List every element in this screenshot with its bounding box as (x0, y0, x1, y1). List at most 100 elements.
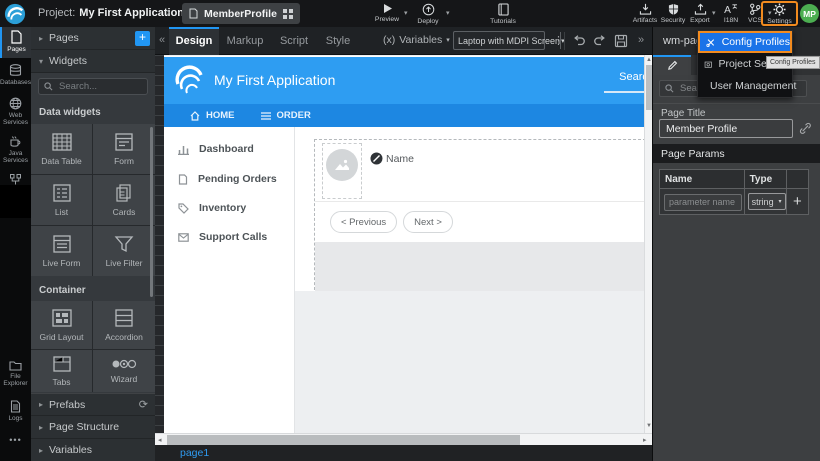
tab-markup[interactable]: Markup (219, 27, 271, 55)
variables-dropdown[interactable]: (x) Variables ▾ (383, 34, 450, 46)
menu-item-support-calls[interactable]: Support Calls (178, 231, 267, 243)
pencil-icon (667, 60, 678, 71)
user-avatar[interactable]: MP (800, 4, 819, 23)
security-button[interactable]: Security (659, 3, 687, 24)
rail-item-logs[interactable]: Logs (0, 397, 31, 427)
rail-item-file-explorer[interactable]: File Explorer (0, 357, 31, 393)
widget-search[interactable] (38, 78, 148, 95)
search-icon (665, 84, 674, 93)
app-search-link[interactable]: Search (619, 71, 644, 83)
widget-tile-data-table[interactable]: Data Table (31, 124, 92, 174)
play-icon (382, 3, 393, 14)
collapse-left-panel-icon[interactable]: « (159, 34, 165, 46)
image-cell[interactable] (322, 143, 362, 199)
redo-icon[interactable] (593, 35, 607, 47)
rail-item-databases[interactable]: Databases (0, 61, 31, 91)
menu-item-pending-orders[interactable]: Pending Orders (178, 173, 277, 185)
export-chevron-down-icon[interactable]: ▾ (712, 9, 716, 17)
column-header-actions (786, 170, 808, 189)
app-content: Name < Previous Next > (295, 127, 644, 433)
rail-item-pages[interactable]: Pages (0, 27, 31, 58)
menu-item-dashboard[interactable]: Dashboard (178, 143, 254, 155)
avatar-placeholder (326, 149, 358, 181)
param-name-input[interactable] (664, 194, 742, 211)
page-structure-section-header[interactable]: ▸ Page Structure (31, 416, 155, 439)
tab-design[interactable]: Design (169, 27, 219, 55)
horizontal-scrollbar[interactable]: ◂ ▸ (155, 433, 652, 445)
widget-tile-accordion[interactable]: Accordion (93, 301, 155, 349)
artifacts-button[interactable]: Artifacts (630, 3, 660, 24)
deploy-button[interactable]: Deploy (411, 3, 445, 25)
export-button[interactable]: Export (686, 3, 714, 24)
grid-view-icon[interactable] (283, 9, 293, 19)
widget-tile-tabs[interactable]: Tabs (31, 350, 92, 392)
scroll-right-icon[interactable]: ▸ (643, 436, 647, 444)
shield-icon (668, 3, 679, 15)
widget-tile-live-filter[interactable]: Live Filter (93, 226, 155, 276)
refresh-icon[interactable]: ⟳ (139, 398, 148, 411)
scroll-up-icon[interactable]: ▲ (645, 57, 652, 63)
add-page-button[interactable]: + (135, 31, 150, 46)
pages-section-header[interactable]: ▸ Pages + (31, 27, 155, 50)
settings-button[interactable]: Settings (761, 1, 798, 26)
list-item-row[interactable]: Name (315, 140, 650, 202)
widgets-section-header[interactable]: ▾ Widgets (31, 50, 155, 73)
tab-script[interactable]: Script (271, 27, 317, 55)
param-type-select[interactable]: string ▾ (748, 193, 786, 210)
nav-item-home[interactable]: HOME (190, 110, 235, 121)
panel-scrollbar[interactable] (150, 127, 153, 297)
page-tab-memberprofile[interactable]: MemberProfile (182, 3, 300, 24)
footer-page-tab[interactable]: page1 (180, 447, 209, 459)
device-selector[interactable]: Laptop with MDPI Screen ▾ (453, 31, 545, 50)
vertical-scrollbar[interactable]: ▲ ▼ (644, 55, 652, 433)
widget-tile-wizard[interactable]: Wizard (93, 350, 155, 392)
pages-icon (10, 30, 23, 44)
i18n-button[interactable]: A I18N (717, 3, 745, 24)
app-header[interactable]: My First Application Search (164, 57, 644, 104)
previous-button[interactable]: < Previous (330, 211, 397, 233)
add-param-button[interactable]: + (787, 193, 808, 210)
list-widget-panel[interactable]: Name < Previous Next > (314, 139, 651, 290)
menu-item-inventory[interactable]: Inventory (178, 202, 246, 214)
name-label: Name (386, 153, 414, 165)
wavemaker-logo-icon[interactable] (4, 3, 26, 25)
menu-item-user-management[interactable]: User Management (698, 75, 792, 97)
bind-link-icon[interactable] (799, 122, 812, 135)
scroll-left-icon[interactable]: ◂ (158, 436, 162, 444)
save-icon[interactable] (614, 34, 628, 48)
deploy-chevron-down-icon[interactable]: ▾ (446, 9, 450, 17)
menu-item-config-profiles[interactable]: Config Profiles (698, 31, 792, 53)
page-title-input[interactable] (659, 119, 793, 138)
rail-more-icon[interactable]: ••• (0, 435, 31, 445)
log-file-icon (10, 400, 21, 413)
tutorials-button[interactable]: Tutorials (486, 3, 520, 25)
content-background (295, 291, 644, 433)
rail-item-java-services[interactable]: Java Services (0, 132, 31, 168)
page-title-label: Page Title (661, 108, 705, 119)
next-button[interactable]: Next > (403, 211, 453, 233)
preview-chevron-down-icon[interactable]: ▾ (404, 9, 408, 17)
vertical-ruler (155, 55, 164, 433)
scroll-down-icon[interactable]: ▼ (645, 423, 652, 429)
widget-tile-cards[interactable]: Cards (93, 175, 155, 225)
rail-item-web-services[interactable]: Web Services (0, 94, 31, 130)
project-settings-icon (704, 59, 712, 70)
preview-button[interactable]: Preview (370, 3, 404, 23)
prefabs-section-header[interactable]: ▸ Prefabs ⟳ (31, 393, 155, 416)
tab-properties[interactable] (653, 55, 691, 75)
collapse-right-panel-icon[interactable]: » (638, 34, 644, 46)
tab-style[interactable]: Style (317, 27, 359, 55)
name-label-group[interactable]: Name (370, 152, 414, 165)
more-options-icon[interactable]: ⋮ (553, 34, 564, 47)
widget-tile-form[interactable]: Form (93, 124, 155, 174)
widget-search-input[interactable] (57, 80, 142, 93)
page-params-table: Name Type string ▾ + (659, 169, 809, 215)
nav-item-order[interactable]: ORDER (261, 110, 311, 121)
undo-icon[interactable] (572, 35, 586, 47)
variables-section-header[interactable]: ▸ Variables (31, 439, 155, 461)
widget-tile-list[interactable]: List (31, 175, 92, 225)
accordion-icon (113, 308, 135, 328)
widget-tile-grid-layout[interactable]: Grid Layout (31, 301, 92, 349)
horizontal-scroll-thumb[interactable] (167, 435, 520, 445)
widget-tile-live-form[interactable]: Live Form (31, 226, 92, 276)
